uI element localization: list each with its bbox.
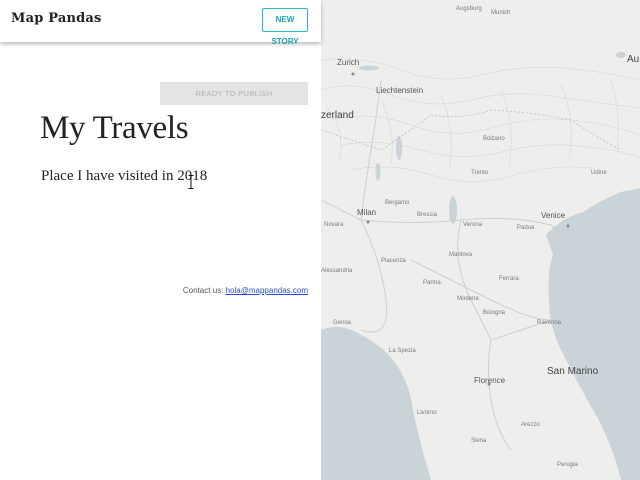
map-label-brescia: Brescia [417,212,438,218]
editor-panel: Map Pandas NEW STORY READY TO PUBLISH My… [0,0,321,480]
map-label-parma: Parma [423,280,441,286]
top-bar: Map Pandas NEW STORY [0,0,321,46]
map-label-arezzo: Arezzo [521,422,540,428]
map-label-ravenna: Ravenna [537,320,562,326]
map-view[interactable]: Augsburg Munich Zurich Au Liechtenstein … [321,0,640,480]
map-label-switzerland: zerland [321,110,354,121]
map-label-milan: Milan [357,208,377,217]
map-label-ferrara: Ferrara [499,276,519,282]
map-label-perugia: Perugia [557,462,578,468]
contact-line: Contact us: hola@mappandas.com [183,286,308,295]
map-label-siena: Siena [471,438,487,444]
ready-to-publish-button[interactable]: READY TO PUBLISH [160,82,308,105]
contact-label: Contact us: [182,286,224,295]
map-label-munich: Munich [491,10,511,16]
map-label-augsburg: Augsburg [456,6,482,12]
map-label-austria: Au [627,54,640,65]
map-label-liechtenstein: Liechtenstein [376,86,424,95]
map-label-verona: Verona [463,222,483,228]
contact-email-link[interactable]: hola@mappandas.com [226,286,308,295]
text-cursor-icon [188,175,194,189]
story-title[interactable]: My Travels [40,110,189,147]
map-canvas [321,52,640,480]
new-story-button[interactable]: NEW STORY [262,8,308,46]
map-label-udine: Udine [591,170,607,176]
map-label-bologna: Bologna [483,310,506,316]
map-label-san-marino: San Marino [547,366,599,377]
app-window: Map Pandas NEW STORY READY TO PUBLISH My… [0,0,640,480]
map-label-bergamo: Bergamo [385,200,410,206]
brand-logo-text[interactable]: Map Pandas [11,11,102,26]
map-label-alessandria: Alessandria [321,268,353,274]
map-label-mantova: Mantova [449,252,473,258]
map-label-bolzano: Bolzano [483,136,505,142]
map-label-florence: Florence [474,376,506,385]
map-label-trento: Trento [471,170,489,176]
map-label-livorno: Livorno [417,410,437,416]
map-label-venice: Venice [541,211,566,220]
map-label-la-spezia: La Spezia [389,348,416,354]
map-label-piacenza: Piacenza [381,258,406,264]
adriatic-sea [546,188,640,480]
map-label-modena: Modena [457,296,479,302]
map-label-genoa: Genoa [333,320,352,326]
map-label-novara: Novara [324,222,344,228]
map-label-padua: Padua [517,225,535,231]
map-label-zurich: Zurich [337,58,360,67]
story-subtitle[interactable]: Place I have visited in 2018 [41,168,207,185]
